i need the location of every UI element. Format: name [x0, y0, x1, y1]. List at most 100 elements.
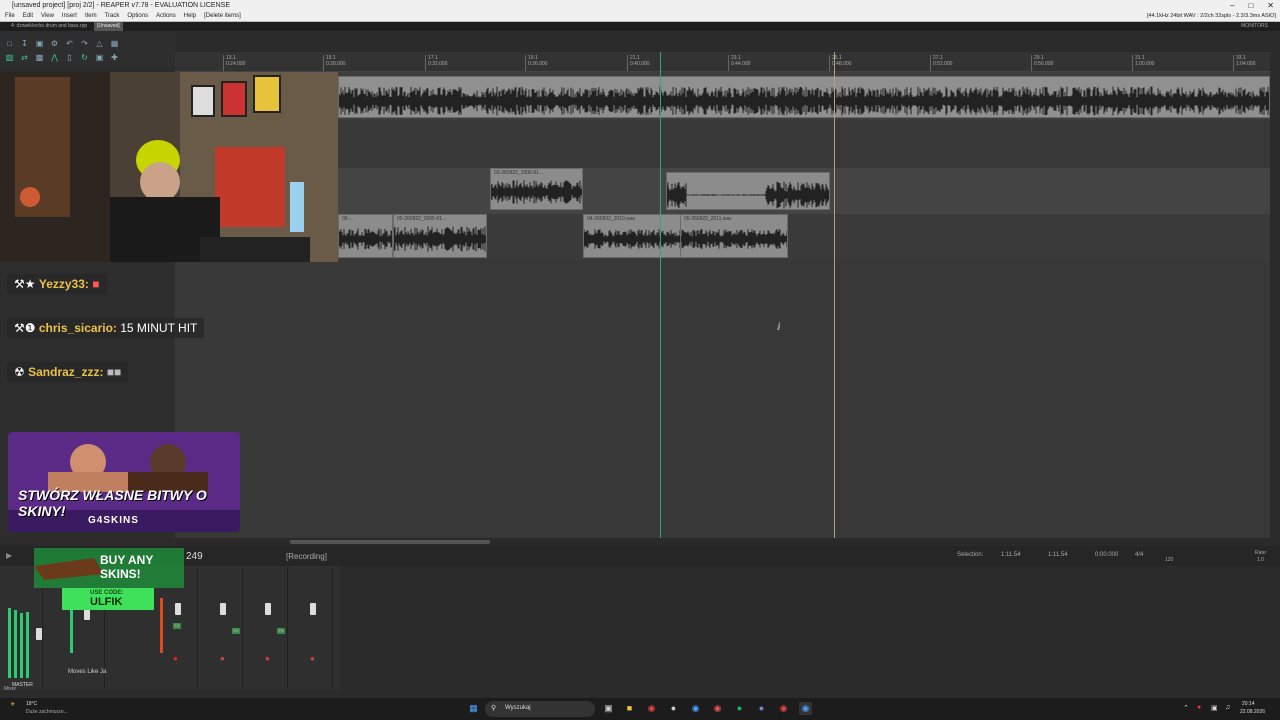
record-arm-icon[interactable]: ●: [173, 654, 178, 663]
app-icon[interactable]: ◉: [711, 702, 724, 715]
redo-icon[interactable]: ↷: [80, 39, 89, 48]
play-icon[interactable]: ▶: [6, 551, 12, 560]
media-item-3b[interactable]: 05-260822_2005-01...: [393, 214, 487, 258]
open-icon[interactable]: ↧: [20, 39, 29, 48]
spotify-icon[interactable]: ●: [733, 702, 746, 715]
menu-view[interactable]: View: [41, 11, 54, 21]
emote-icon: ■: [92, 277, 100, 291]
trim-icon[interactable]: ▯: [65, 53, 74, 62]
track-lane-1[interactable]: [175, 72, 1270, 120]
horizontal-scrollbar[interactable]: [175, 538, 1270, 546]
tab-project-1[interactable]: 4: dzwiek/echo drum and bass.rpp: [8, 22, 90, 31]
menu-help[interactable]: Help: [184, 11, 196, 21]
tab-project-2[interactable]: [Unsaved]: [94, 22, 123, 31]
scrollbar-thumb[interactable]: [290, 540, 490, 544]
snap-icon[interactable]: ▧: [5, 53, 14, 62]
record-arm-icon[interactable]: ●: [265, 654, 270, 663]
record-status: [Recording]: [286, 552, 327, 561]
mixer-tab[interactable]: Mixer: [4, 686, 16, 692]
new-project-icon[interactable]: □: [5, 39, 14, 48]
window-titlebar: [unsaved project] [proj 2/2] - REAPER v7…: [0, 0, 1280, 11]
ruler-tick: 13.1 0:24.000: [223, 55, 245, 71]
loop-icon[interactable]: ↻: [80, 53, 89, 62]
settings-icon[interactable]: ⚙: [50, 39, 59, 48]
track-lane-3[interactable]: 05-... 05-260822_2005-01... 04-260822_20…: [175, 214, 1270, 260]
metronome-icon[interactable]: △: [95, 39, 104, 48]
time-signature[interactable]: 4/4: [1135, 552, 1143, 558]
menu-options[interactable]: Options: [127, 11, 148, 21]
task-view-icon[interactable]: ▣: [602, 702, 615, 715]
media-item-long[interactable]: [338, 76, 1270, 118]
promo-line2: SKINS!: [100, 567, 141, 581]
selection-end[interactable]: 1:11.54: [1048, 552, 1068, 558]
record-arm-icon[interactable]: ●: [220, 654, 225, 663]
track-lane-2[interactable]: 03-260822_2006-01...: [175, 168, 1270, 214]
media-item-4[interactable]: 04-260822_2010.wav: [583, 214, 681, 258]
selection-length[interactable]: 0:00.000: [1095, 552, 1118, 558]
start-icon[interactable]: ▦: [467, 702, 480, 715]
mic-icon[interactable]: ●: [1197, 704, 1201, 711]
audio-device-info[interactable]: [44.1kHz 24bit WAV : 2/2ch 32spls - 2.3/…: [1147, 11, 1276, 22]
edit-cursor[interactable]: [834, 52, 835, 538]
menu-item[interactable]: Item: [85, 11, 97, 21]
envelope-icon[interactable]: ⋀: [50, 53, 59, 62]
save-icon[interactable]: ▣: [35, 39, 44, 48]
file-explorer-icon[interactable]: ■: [623, 702, 636, 715]
clock-time[interactable]: 20:14: [1242, 701, 1255, 707]
record-arm-icon[interactable]: ●: [310, 654, 315, 663]
undo-icon[interactable]: ↶: [65, 39, 74, 48]
lock-icon[interactable]: ▣: [95, 53, 104, 62]
media-item-1[interactable]: 03-260822_2006-01...: [490, 168, 583, 210]
grouping-icon[interactable]: ▩: [35, 53, 44, 62]
project-tabs: 4: dzwiek/echo drum and bass.rpp [Unsave…: [0, 22, 1280, 31]
crossfade-icon[interactable]: ✚: [110, 53, 119, 62]
timeline-ruler[interactable]: 13.1 0:24.000 15.1 0:28.000 17.1 0:32.000 1…: [175, 52, 1270, 72]
minimize-icon[interactable]: –: [1230, 0, 1234, 11]
weather-text[interactable]: Duże zachmurze...: [26, 709, 68, 715]
media-item-2[interactable]: [666, 172, 830, 210]
selection-start[interactable]: 1:11.54: [1001, 552, 1021, 558]
media-item-3a[interactable]: 05-...: [338, 214, 393, 258]
menu-insert[interactable]: Insert: [62, 11, 77, 21]
menu-actions[interactable]: Actions: [156, 11, 176, 21]
close-icon[interactable]: ✕: [1267, 0, 1274, 11]
track-fader[interactable]: [310, 603, 316, 615]
bpm-display[interactable]: 120: [1165, 557, 1173, 563]
play-cursor[interactable]: [660, 52, 661, 538]
media-item-5[interactable]: 05-260822_2011.wav: [680, 214, 788, 258]
waveform: [491, 180, 582, 204]
discord-icon[interactable]: ●: [755, 702, 768, 715]
chrome-icon[interactable]: ◉: [777, 702, 790, 715]
search-icon: ⚲: [491, 705, 497, 712]
app-icon[interactable]: ●: [667, 702, 680, 715]
clock-date[interactable]: 22.08.2026: [1240, 709, 1265, 715]
maximize-icon[interactable]: □: [1248, 0, 1253, 11]
ripple-icon[interactable]: ⇄: [20, 53, 29, 62]
fx-button[interactable]: FX: [277, 628, 285, 634]
track-fader[interactable]: [220, 603, 226, 615]
sponsor-banner: STWÓRZ WŁASNE BITWY O SKINY! G4SKINS: [8, 432, 240, 532]
menu-file[interactable]: File: [5, 11, 15, 21]
weather-icon[interactable]: ☀: [10, 701, 15, 708]
fx-button[interactable]: FX: [173, 623, 181, 629]
master-fader[interactable]: [36, 628, 42, 640]
sponsor-brand: G4SKINS: [88, 515, 139, 526]
menu-edit[interactable]: Edit: [23, 11, 33, 21]
volume-icon[interactable]: ♫: [1225, 704, 1230, 711]
webcam-overlay: [0, 72, 338, 262]
fx-button[interactable]: FX: [232, 628, 240, 634]
menu-track[interactable]: Track: [105, 11, 120, 21]
search-box[interactable]: ⚲ Wyszukaj: [485, 701, 595, 717]
rate-value[interactable]: 1.0: [1257, 557, 1264, 563]
arrange-view[interactable]: 03-260822_2006-01... 05-... 05-260822_20…: [175, 72, 1270, 538]
weather-temp[interactable]: 18°C: [26, 701, 37, 707]
reaper-icon[interactable]: ◉: [799, 702, 812, 715]
network-icon[interactable]: ▣: [1211, 704, 1218, 712]
steam-icon[interactable]: ◉: [689, 702, 702, 715]
grid-icon[interactable]: ▦: [110, 39, 119, 48]
track-name[interactable]: Moves Like Ja: [68, 669, 106, 675]
emote-icon: ■■: [106, 365, 122, 379]
tray-chevron-icon[interactable]: ⌃: [1183, 704, 1189, 712]
chrome-icon[interactable]: ◉: [645, 702, 658, 715]
track-fader[interactable]: [265, 603, 271, 615]
